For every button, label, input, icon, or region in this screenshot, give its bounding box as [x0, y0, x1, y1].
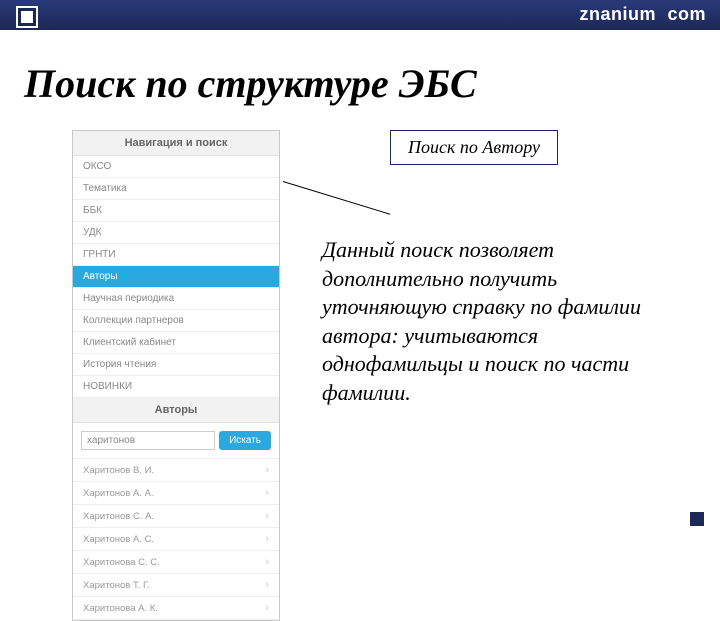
chevron-right-icon: ›	[265, 533, 269, 545]
chevron-right-icon: ›	[265, 464, 269, 476]
page-title: Поиск по структуре ЭБС	[24, 60, 477, 107]
author-name: Харитонов А. С.	[83, 534, 154, 545]
chevron-right-icon: ›	[265, 579, 269, 591]
chevron-right-icon: ›	[265, 487, 269, 499]
author-result-item[interactable]: Харитонов Т. Г. ›	[73, 574, 279, 597]
nav-item[interactable]: Научная периодика	[73, 288, 279, 310]
nav-item[interactable]: ББК	[73, 200, 279, 222]
description-text: Данный поиск позволяет дополнительно пол…	[322, 236, 672, 408]
nav-item[interactable]: ОКСО	[73, 156, 279, 178]
sidebar-panel: Навигация и поиск ОКСОТематикаББКУДКГРНТ…	[72, 130, 280, 621]
chevron-right-icon: ›	[265, 556, 269, 568]
author-name: Харитонов В. И.	[83, 465, 154, 476]
decorative-square-icon	[18, 8, 36, 26]
callout-connector-line	[283, 181, 390, 215]
author-result-item[interactable]: Харитонов А. А. ›	[73, 482, 279, 505]
corner-decorative-icon	[690, 512, 704, 526]
author-result-item[interactable]: Харитонов В. И. ›	[73, 459, 279, 482]
nav-item[interactable]: УДК	[73, 222, 279, 244]
authors-header: Авторы	[73, 398, 279, 423]
author-search-row: Искать	[73, 423, 279, 459]
logo-separator	[656, 4, 668, 24]
site-logo: znanium com	[579, 4, 706, 25]
nav-list: ОКСОТематикаББКУДКГРНТИАвторыНаучная пер…	[73, 156, 279, 398]
nav-item[interactable]: Клиентский кабинет	[73, 332, 279, 354]
nav-item[interactable]: История чтения	[73, 354, 279, 376]
header-bar: znanium com	[0, 0, 720, 30]
search-button[interactable]: Искать	[219, 431, 271, 450]
author-name: Харитонов С. А.	[83, 511, 154, 522]
callout-label: Поиск по Автору	[408, 137, 540, 157]
author-name: Харитонов А. А.	[83, 488, 154, 499]
author-result-item[interactable]: Харитонова С. С. ›	[73, 551, 279, 574]
nav-header: Навигация и поиск	[73, 131, 279, 156]
callout-box: Поиск по Автору	[390, 130, 558, 165]
nav-item[interactable]: Авторы	[73, 266, 279, 288]
author-search-input[interactable]	[81, 431, 215, 450]
nav-item[interactable]: Коллекции партнеров	[73, 310, 279, 332]
logo-text-2: com	[667, 4, 706, 24]
author-name: Харитонов Т. Г.	[83, 580, 150, 591]
author-result-item[interactable]: Харитонова А. К. ›	[73, 597, 279, 620]
chevron-right-icon: ›	[265, 602, 269, 614]
chevron-right-icon: ›	[265, 510, 269, 522]
nav-item[interactable]: НОВИНКИ	[73, 376, 279, 398]
logo-text-1: znanium	[579, 4, 656, 24]
nav-item[interactable]: Тематика	[73, 178, 279, 200]
author-name: Харитонова А. К.	[83, 603, 158, 614]
nav-item[interactable]: ГРНТИ	[73, 244, 279, 266]
author-name: Харитонова С. С.	[83, 557, 160, 568]
author-result-item[interactable]: Харитонов С. А. ›	[73, 505, 279, 528]
